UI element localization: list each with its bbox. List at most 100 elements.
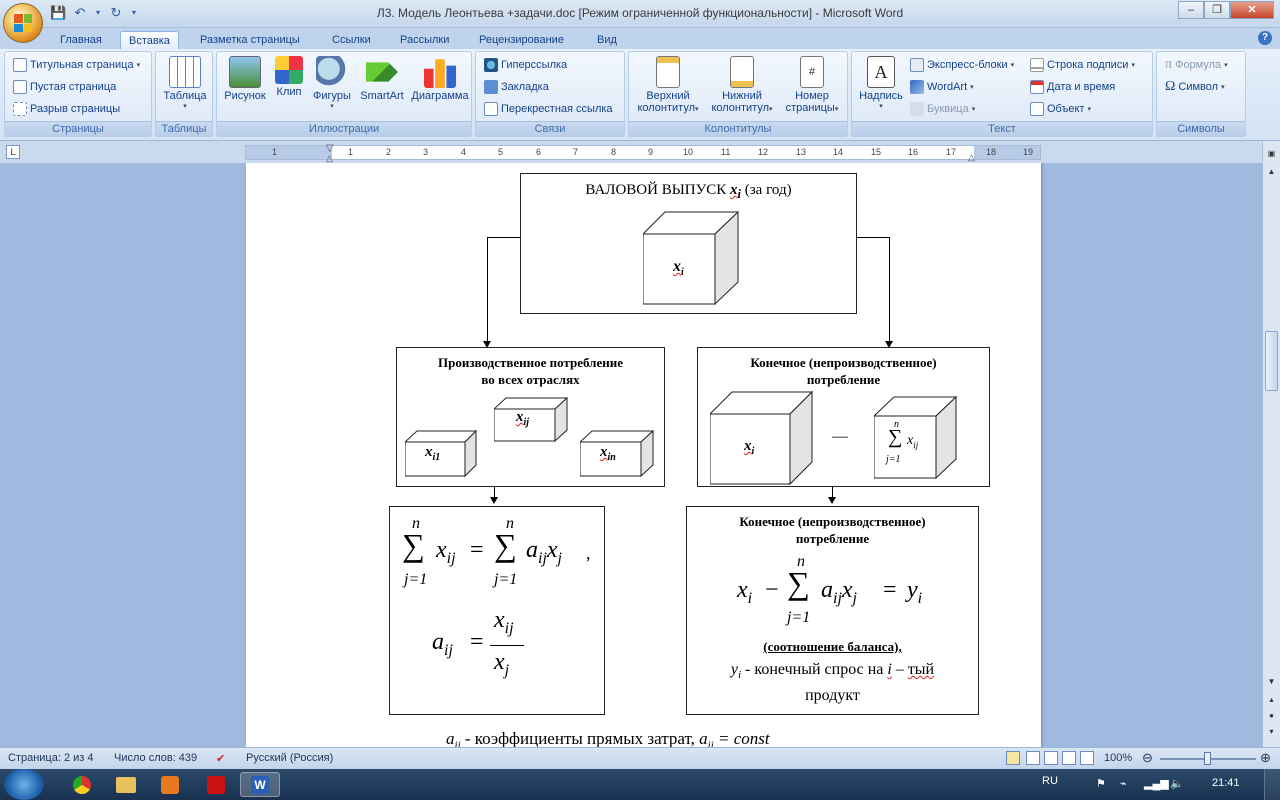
picture-icon [229, 56, 261, 88]
ribbon-tabs: Главная Вставка Разметка страницы Ссылки… [0, 28, 1280, 49]
ruler-num: 2 [386, 147, 392, 157]
ruler-num: 7 [573, 147, 579, 157]
picture-button[interactable]: Рисунок [221, 56, 269, 102]
group-label-illustrations: Иллюстрации [217, 121, 471, 136]
ruler-row: L 1 1 2 3 4 5 6 7 8 9 10 11 12 13 14 15 … [0, 141, 1280, 163]
prev-page-icon[interactable]: ▴ [1265, 695, 1278, 709]
start-button[interactable] [4, 769, 44, 800]
browse-object-icon[interactable]: ● [1265, 711, 1278, 725]
wordart-button[interactable]: WordArt ▾ [910, 78, 974, 96]
tab-mailings[interactable]: Рассылки [392, 31, 457, 49]
vertical-scrollbar[interactable]: ▣ ▲ ▼ ▴ ● ▾ [1262, 141, 1280, 747]
tab-references[interactable]: Ссылки [324, 31, 379, 49]
zoom-out-icon[interactable]: ⊖ [1142, 750, 1153, 766]
clock[interactable]: 21:41 [1212, 777, 1240, 789]
date-time-button[interactable]: Дата и время [1030, 78, 1115, 96]
right-indent-marker[interactable]: △ [968, 152, 975, 163]
word-icon: W [251, 775, 269, 794]
help-icon[interactable]: ? [1258, 31, 1272, 45]
clipart-icon [275, 56, 303, 84]
tab-review[interactable]: Рецензирование [471, 31, 572, 49]
smartart-button[interactable]: SmartArt [357, 56, 407, 102]
web-layout-icon[interactable] [1044, 751, 1058, 765]
scroll-thumb[interactable] [1265, 331, 1278, 391]
signature-line-button[interactable]: Строка подписи ▾ [1030, 56, 1135, 74]
zoom-slider-thumb[interactable] [1204, 752, 1211, 765]
scroll-down-icon[interactable]: ▼ [1265, 677, 1278, 691]
shapes-icon [316, 56, 348, 88]
word-count[interactable]: Число слов: 439 [114, 752, 197, 764]
symbol-button[interactable]: Ω Символ ▾ [1165, 78, 1225, 96]
connector-line [487, 237, 521, 238]
zoom-in-icon[interactable]: ⊕ [1260, 750, 1271, 766]
ruler-num: 1 [272, 147, 278, 157]
page-number-button[interactable]: # Номер страницы▾ [779, 56, 845, 114]
tab-insert[interactable]: Вставка [120, 31, 179, 49]
footer-button[interactable]: Нижний колонтитул▾ [705, 56, 779, 114]
tab-home[interactable]: Главная [52, 31, 110, 49]
taskbar-explorer[interactable] [106, 772, 146, 797]
cube-xin: xin [578, 429, 655, 483]
full-screen-reading-icon[interactable] [1026, 751, 1040, 765]
draft-view-icon[interactable] [1080, 751, 1094, 765]
drop-cap-button[interactable]: Буквица ▾ [910, 100, 975, 118]
page-indicator[interactable]: Страница: 2 из 4 [8, 752, 94, 764]
volume-icon[interactable]: 🔈 [1170, 777, 1184, 790]
shapes-button[interactable]: Фигуры ▾ [309, 56, 355, 110]
page-break-button[interactable]: Разрыв страницы [13, 100, 120, 118]
ruler-toggle-icon[interactable]: ▣ [1265, 149, 1278, 163]
date-time-icon [1030, 80, 1044, 94]
zoom-level[interactable]: 100% [1104, 752, 1132, 764]
object-button[interactable]: Объект ▾ [1030, 100, 1091, 118]
tab-page-layout[interactable]: Разметка страницы [192, 31, 308, 49]
chart-button[interactable]: Диаграмма [411, 56, 469, 102]
cross-reference-button[interactable]: Перекрестная ссылка [484, 100, 613, 118]
object-icon [1030, 102, 1044, 116]
cube-icon [492, 396, 569, 443]
blank-page-button[interactable]: Пустая страница [13, 78, 116, 96]
print-layout-view-icon[interactable] [1006, 751, 1020, 765]
cover-page-icon [13, 58, 27, 72]
production-consumption-box[interactable]: Производственное потребление во всех отр… [396, 347, 665, 487]
close-button[interactable]: ✕ [1230, 1, 1274, 19]
outline-view-icon[interactable] [1062, 751, 1076, 765]
language-indicator[interactable]: Русский (Россия) [246, 752, 333, 764]
ruler-num: 14 [833, 147, 844, 157]
document-page[interactable]: ВАЛОВОЙ ВЫПУСК xi (за год) xi Производст… [246, 163, 1041, 747]
hyperlink-button[interactable]: Гиперссылка [484, 56, 567, 74]
textbox-button[interactable]: A Надпись ▾ [856, 56, 906, 110]
clipart-button[interactable]: Клип [271, 56, 307, 98]
tab-selector-icon[interactable]: L [6, 145, 20, 159]
tab-view[interactable]: Вид [589, 31, 625, 49]
spelling-check-icon[interactable]: ✔ [216, 752, 225, 765]
balance-formula-box[interactable]: Конечное (непроизводственное) потреблени… [686, 506, 979, 715]
cover-page-button[interactable]: Титульная страница ▾ [13, 56, 140, 74]
header-button[interactable]: Верхний колонтитул▾ [631, 56, 705, 114]
flag-icon[interactable]: ⚑ [1096, 777, 1106, 790]
taskbar-media-player[interactable] [150, 772, 190, 797]
gross-output-box[interactable]: ВАЛОВОЙ ВЫПУСК xi (за год) xi [520, 173, 857, 314]
equation-button[interactable]: π Формула ▾ [1165, 56, 1228, 74]
office-button[interactable] [3, 3, 43, 43]
window-title: Л3. Модель Леонтьева +задачи.doc [Режим … [376, 6, 904, 20]
scroll-up-icon[interactable]: ▲ [1265, 167, 1278, 181]
taskbar-acrobat[interactable] [196, 772, 236, 797]
intermediate-formula-box[interactable]: n ∑ j=1 xij = n ∑ j=1 aijxj , aij = xij … [389, 506, 605, 715]
final-consumption-box[interactable]: Конечное (непроизводственное) потреблени… [697, 347, 990, 487]
bookmark-button[interactable]: Закладка [484, 78, 549, 96]
maximize-button[interactable]: ❐ [1204, 1, 1230, 19]
power-icon[interactable]: ⌁ [1120, 777, 1127, 790]
next-page-icon[interactable]: ▾ [1265, 727, 1278, 741]
horizontal-ruler[interactable]: 1 1 2 3 4 5 6 7 8 9 10 11 12 13 14 15 16… [245, 143, 1041, 163]
status-bar: Страница: 2 из 4 Число слов: 439 ✔ Русск… [0, 747, 1280, 769]
table-button[interactable]: Таблица ▾ [162, 56, 208, 110]
fraction-bar [490, 645, 524, 646]
taskbar-chrome[interactable] [62, 772, 102, 797]
show-desktop-button[interactable] [1264, 769, 1280, 800]
signal-icon[interactable]: ▂▄▆ [1144, 777, 1169, 790]
language-tray[interactable]: RU [1042, 775, 1058, 787]
taskbar-word[interactable]: W [240, 772, 280, 797]
smartart-icon [366, 62, 398, 82]
minimize-button[interactable]: ‒ [1178, 1, 1204, 19]
quick-parts-button[interactable]: Экспресс-блоки ▾ [910, 56, 1014, 74]
